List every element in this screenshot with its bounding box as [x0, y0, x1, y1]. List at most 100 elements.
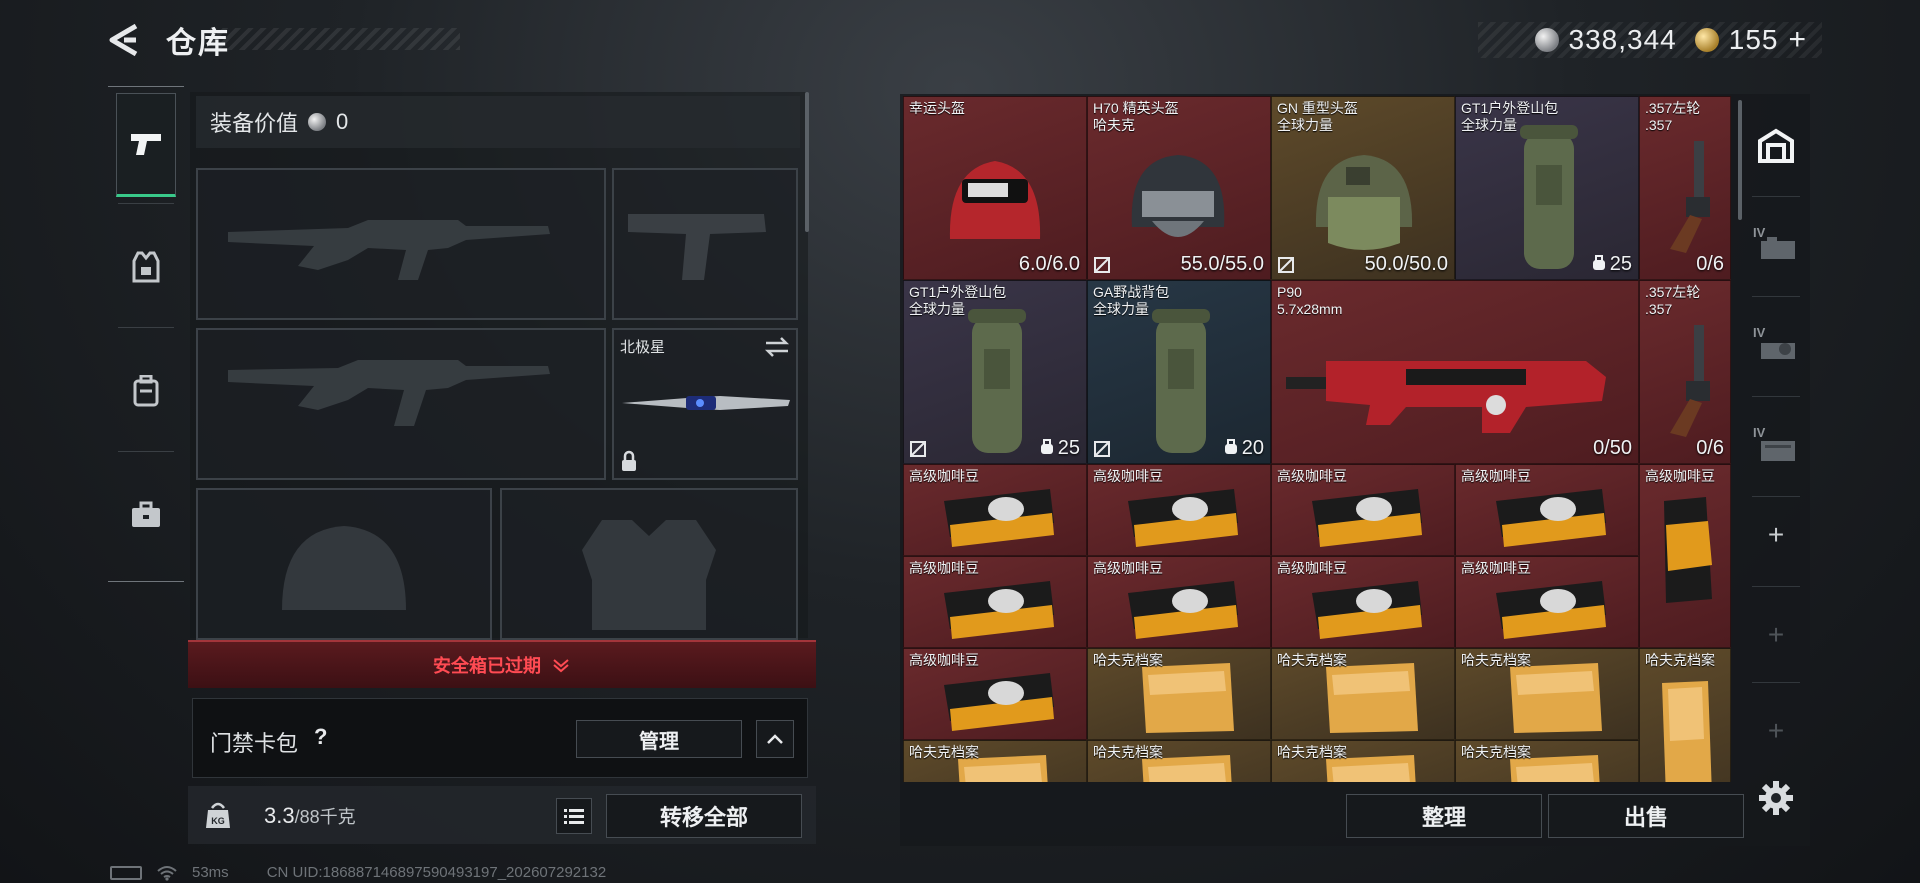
weight-kg-icon: KG [206, 802, 230, 828]
coffee-beans-icon [944, 489, 1054, 547]
gear-icon[interactable] [1758, 780, 1794, 816]
inventory-item[interactable]: 高级咖啡豆 [1087, 464, 1271, 556]
inventory-item[interactable]: 哈夫克档案 [1271, 648, 1455, 740]
capacity-icon [1040, 439, 1053, 454]
inventory-item[interactable]: 高级咖啡豆 [1271, 556, 1455, 648]
inventory-item[interactable]: GT1户外登山包 全球力量 25 [1455, 96, 1639, 280]
item-name: .357左轮 .357 [1645, 100, 1701, 133]
capacity-icon [1224, 439, 1237, 454]
item-value: 55.0/55.0 [1180, 253, 1264, 275]
helmet-slot[interactable] [196, 488, 492, 640]
coffee-beans-icon [944, 581, 1054, 639]
swap-arrows-icon[interactable] [764, 336, 790, 358]
item-name: 高级咖啡豆 [1093, 560, 1163, 576]
tab-warehouse-home[interactable] [1746, 100, 1806, 190]
inventory-item[interactable]: 哈夫克档案 [1455, 740, 1639, 782]
help-icon[interactable]: ? [314, 724, 327, 750]
back-arrow-icon[interactable] [106, 20, 142, 60]
inventory-item[interactable]: GN 重型头盔 全球力量 50.0/50.0 [1271, 96, 1455, 280]
item-name: 高级咖啡豆 [909, 560, 979, 576]
uid-readout: CN UID:186887146897590493197_20260729213… [266, 864, 607, 881]
item-value: 20 [1224, 437, 1264, 460]
item-name: 哈夫克档案 [1461, 652, 1531, 668]
item-name: GT1户外登山包 全球力量 [1461, 100, 1559, 133]
item-name: 高级咖啡豆 [1645, 468, 1715, 484]
no-modify-icon [1094, 257, 1110, 273]
armor-slot[interactable] [500, 488, 798, 640]
page-title: 仓库 [166, 27, 230, 60]
inventory-item[interactable]: GA野战背包 全球力量 20 [1087, 280, 1271, 464]
primary-weapon-slot[interactable] [196, 168, 606, 320]
item-value: 6.0/6.0 [1018, 253, 1080, 275]
inventory-item[interactable]: 哈夫克档案 [903, 740, 1087, 782]
inventory-item[interactable]: 高级咖啡豆 [1639, 464, 1731, 648]
sell-button[interactable]: 出售 [1548, 794, 1744, 838]
tab-storage-2[interactable]: IV [1746, 300, 1806, 390]
backpack-icon [1520, 125, 1578, 269]
currency-bar: 338,344 155 + [1478, 22, 1822, 58]
inventory-item[interactable]: 幸运头盔 6.0/6.0 [903, 96, 1087, 280]
item-subtitle: 全球力量 [909, 301, 965, 317]
backpack-icon [1152, 309, 1210, 453]
equipment-scrollbar[interactable] [805, 92, 809, 232]
inventory-item[interactable]: H70 精英头盔 哈夫克 55.0/55.0 [1087, 96, 1271, 280]
equipment-value-bar: 装备价值 0 [196, 96, 800, 148]
item-name: H70 精英头盔 哈夫克 [1093, 100, 1179, 133]
inventory-item[interactable]: .357左轮 .357 0/6 [1639, 96, 1731, 280]
plus-icon: + [1767, 715, 1785, 746]
inventory-scrollbar[interactable] [1738, 100, 1742, 220]
tab-case[interactable] [116, 463, 176, 567]
inventory-item[interactable]: 高级咖啡豆 [1455, 556, 1639, 648]
tab-weapons[interactable] [116, 93, 176, 197]
add-storage-button[interactable]: + [1746, 490, 1806, 580]
tab-armor[interactable] [116, 215, 176, 319]
weight-capacity: /88千克 [294, 807, 356, 827]
item-subtitle: .357 [1645, 301, 1673, 317]
inventory-item[interactable]: P90 5.7x28mm 0/50 [1271, 280, 1639, 464]
inventory-item[interactable]: 高级咖啡豆 [903, 648, 1087, 740]
equipment-value: 0 [336, 109, 349, 134]
list-icon [564, 809, 584, 824]
inventory-item[interactable]: 高级咖啡豆 [903, 556, 1087, 648]
tab-backpack[interactable] [116, 339, 176, 443]
inventory-item[interactable]: 哈夫克档案 [1271, 740, 1455, 782]
equipment-value-label: 装备价值 [210, 111, 299, 136]
manage-button[interactable]: 管理 [576, 720, 742, 758]
inventory-item[interactable]: 哈夫克档案 [1455, 648, 1639, 740]
melee-slot-label: 北极星 [620, 339, 666, 356]
sort-button[interactable]: 整理 [1346, 794, 1542, 838]
sidearm-slot[interactable] [612, 168, 798, 320]
collapse-button[interactable] [756, 720, 794, 758]
inventory-item[interactable]: 哈夫克档案 [1639, 648, 1731, 782]
chevron-up-icon [767, 734, 783, 744]
inventory-item[interactable]: 高级咖啡豆 [1087, 556, 1271, 648]
inventory-item[interactable]: .357左轮 .357 0/6 [1639, 280, 1731, 464]
gold-coin-icon [1694, 28, 1719, 52]
inventory-item[interactable]: 高级咖啡豆 [903, 464, 1087, 556]
keycard-pack-label: 门禁卡包 [210, 731, 299, 756]
inventory-item[interactable]: 高级咖啡豆 [1455, 464, 1639, 556]
helmet-icon [949, 161, 1041, 239]
add-currency-button[interactable]: + [1788, 23, 1806, 57]
tab-storage-3[interactable]: IV [1746, 400, 1806, 490]
inventory-item[interactable]: 高级咖啡豆 [1271, 464, 1455, 556]
list-view-button[interactable] [556, 798, 592, 834]
pistol-silhouette-icon [628, 214, 766, 280]
melee-slot[interactable]: 北极星 [612, 328, 798, 480]
vest-icon [132, 251, 160, 283]
tab-storage-1[interactable]: IV [1746, 200, 1806, 290]
item-name: 哈夫克档案 [1093, 744, 1163, 760]
storage-tabs-rail: IV IV IV + + + [1746, 100, 1806, 800]
inventory-item[interactable]: 哈夫克档案 [1087, 740, 1271, 782]
item-name: 哈夫克档案 [1277, 652, 1347, 668]
item-name: 高级咖啡豆 [909, 468, 979, 484]
intel-file-icon [1326, 663, 1418, 733]
item-name: 幸运头盔 [909, 100, 965, 116]
item-name: 高级咖啡豆 [1277, 468, 1347, 484]
transfer-all-button[interactable]: 转移全部 [606, 794, 802, 838]
secondary-weapon-slot[interactable] [196, 328, 606, 480]
inventory-item[interactable]: GT1户外登山包 全球力量 25 [903, 280, 1087, 464]
safebox-expired-banner[interactable]: 安全箱已过期 [188, 640, 816, 688]
inventory-item[interactable]: 哈夫克档案 [1087, 648, 1271, 740]
item-name: 哈夫克档案 [909, 744, 979, 760]
